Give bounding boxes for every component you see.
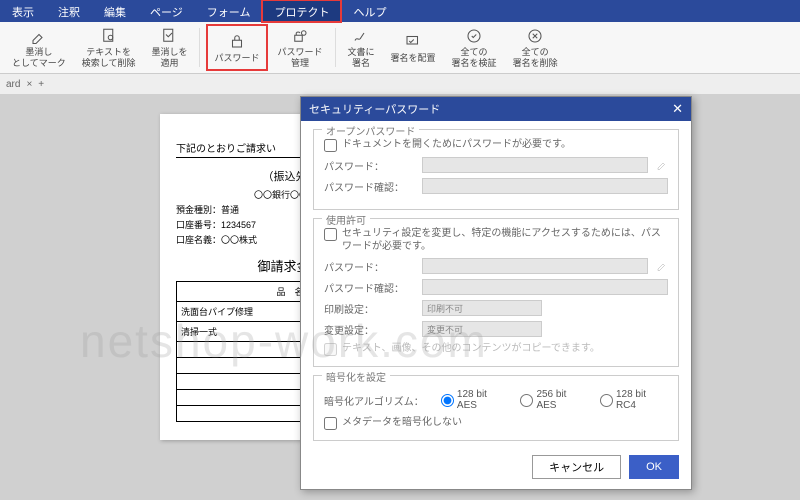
chk-label: セキュリティ設定を変更し、特定の機能にアクセスするためには、パスワードが必要です… [342,227,668,253]
doc-sign-button[interactable]: 文書に署名 [342,24,381,71]
close-icon[interactable]: ✕ [672,101,683,117]
change-label: 変更設定： [324,322,414,337]
permission-group: 使用許可 セキュリティ設定を変更し、特定の機能にアクセスするためには、パスワード… [313,218,679,367]
menu-protect[interactable]: プロテクト [262,0,341,22]
ribbon-divider [199,28,200,67]
copy-checkbox: テキスト、画像、その他のコンテンツがコピーできます。 [324,342,668,356]
radio[interactable] [441,394,454,407]
rlabel: 署名を配置 [391,53,436,64]
encryption-group: 暗号化を設定 暗号化アルゴリズム： 128 bit AES 256 bit AE… [313,375,679,441]
search-doc-icon [99,26,119,45]
open-pw-input[interactable] [422,157,648,173]
radio-label: 256 bit AES [536,389,588,411]
dialog-title: セキュリティーパスワード [309,101,440,117]
change-select[interactable]: 変更不可 [422,321,542,337]
rlabel: 全ての署名を削除 [513,47,558,69]
ok-button[interactable]: OK [629,455,679,479]
ribbon: 墨消しとしてマーク テキストを検索して削除 墨消しを適用 パスワード パスワード… [0,22,800,74]
dialog-body: オープンパスワード ドキュメントを開くためにパスワードが必要です。 パスワード：… [301,121,691,489]
dialog-footer: キャンセル OK [313,449,679,479]
tab-name[interactable]: ard [6,79,20,90]
rlabel: パスワード [214,53,259,64]
rlabel: 墨消しとしてマーク [12,47,66,69]
chk-label: テキスト、画像、その他のコンテンツがコピーできます。 [342,342,600,355]
ribbon-divider [335,28,336,67]
tab-close-icon[interactable]: × [26,79,32,90]
legend: 使用許可 [322,212,370,227]
algo-label: 暗号化アルゴリズム： [324,393,433,408]
algo-128aes[interactable]: 128 bit AES [441,389,509,411]
menubar: 表示 注釈 編集 ページ フォーム プロテクト ヘルプ [0,0,800,22]
verify-all-button[interactable]: 全ての署名を検証 [446,24,503,71]
radio-label: 128 bit RC4 [616,389,668,411]
password-manage-button[interactable]: パスワード管理 [272,24,329,71]
verify-icon [464,26,484,45]
redact-mark-button[interactable]: 墨消しとしてマーク [6,24,72,71]
checkbox[interactable] [324,139,337,152]
tab-add-icon[interactable]: + [38,79,44,90]
open-password-group: オープンパスワード ドキュメントを開くためにパスワードが必要です。 パスワード：… [313,129,679,210]
chk-label: ドキュメントを開くためにパスワードが必要です。 [342,138,571,151]
menu-help[interactable]: ヘルプ [341,0,398,22]
menu-edit[interactable]: 編集 [92,0,138,22]
open-pw2-label: パスワード確認： [324,179,414,194]
rlabel: 墨消しを適用 [151,47,187,69]
radio-label: 128 bit AES [457,389,509,411]
signature-icon [351,26,371,45]
place-sign-icon [403,31,423,51]
perm-pw-input[interactable] [422,258,648,274]
rlabel: 全ての署名を検証 [452,47,497,69]
open-pw-label: パスワード： [324,158,414,173]
chk-label: メタデータを暗号化しない [342,416,462,429]
perm-require-checkbox[interactable]: セキュリティ設定を変更し、特定の機能にアクセスするためには、パスワードが必要です… [324,227,668,253]
cancel-button[interactable]: キャンセル [532,455,621,479]
menu-view[interactable]: 表示 [0,0,46,22]
open-pw2-input[interactable] [422,178,668,194]
edit-icon[interactable] [656,260,668,272]
perm-pw2-input[interactable] [422,279,668,295]
menu-annot[interactable]: 注釈 [46,0,92,22]
password-button[interactable]: パスワード [206,24,267,71]
menu-page[interactable]: ページ [138,0,195,22]
checkbox[interactable] [324,228,337,241]
meta-checkbox[interactable]: メタデータを暗号化しない [324,416,668,430]
checkbox [324,343,337,356]
remove-all-button[interactable]: 全ての署名を削除 [507,24,564,71]
marker-icon [29,26,49,45]
lock-icon [227,31,247,51]
legend: 暗号化を設定 [322,369,390,384]
edit-icon[interactable] [656,159,668,171]
legend: オープンパスワード [322,123,419,138]
redact-search-button[interactable]: テキストを検索して削除 [76,24,142,71]
algo-128rc4[interactable]: 128 bit RC4 [600,389,668,411]
radio[interactable] [600,394,613,407]
rlabel: テキストを検索して削除 [82,47,136,69]
workspace: 下記のとおりご請求い （振込先） 〇〇銀行〇〇支店 預金種別：普通 口座番号：1… [0,94,800,500]
perm-pw2-label: パスワード確認： [324,280,414,295]
open-require-checkbox[interactable]: ドキュメントを開くためにパスワードが必要です。 [324,138,668,152]
apply-icon [159,26,179,45]
dialog-titlebar[interactable]: セキュリティーパスワード ✕ [301,97,691,121]
algo-radios: 128 bit AES 256 bit AES 128 bit RC4 [441,389,668,411]
document-tabbar: ard × + [0,74,800,94]
place-sign-button[interactable]: 署名を配置 [385,24,442,71]
print-select[interactable]: 印刷不可 [422,300,542,316]
lock-gear-icon [290,26,310,45]
perm-pw-label: パスワード： [324,259,414,274]
checkbox[interactable] [324,417,337,430]
algo-256aes[interactable]: 256 bit AES [520,389,588,411]
redact-apply-button[interactable]: 墨消しを適用 [145,24,193,71]
remove-sign-icon [525,26,545,45]
radio[interactable] [520,394,533,407]
rlabel: 文書に署名 [348,47,375,69]
security-password-dialog: セキュリティーパスワード ✕ オープンパスワード ドキュメントを開くためにパスワ… [300,96,692,490]
print-label: 印刷設定： [324,301,414,316]
menu-form[interactable]: フォーム [195,0,263,22]
rlabel: パスワード管理 [278,47,323,69]
